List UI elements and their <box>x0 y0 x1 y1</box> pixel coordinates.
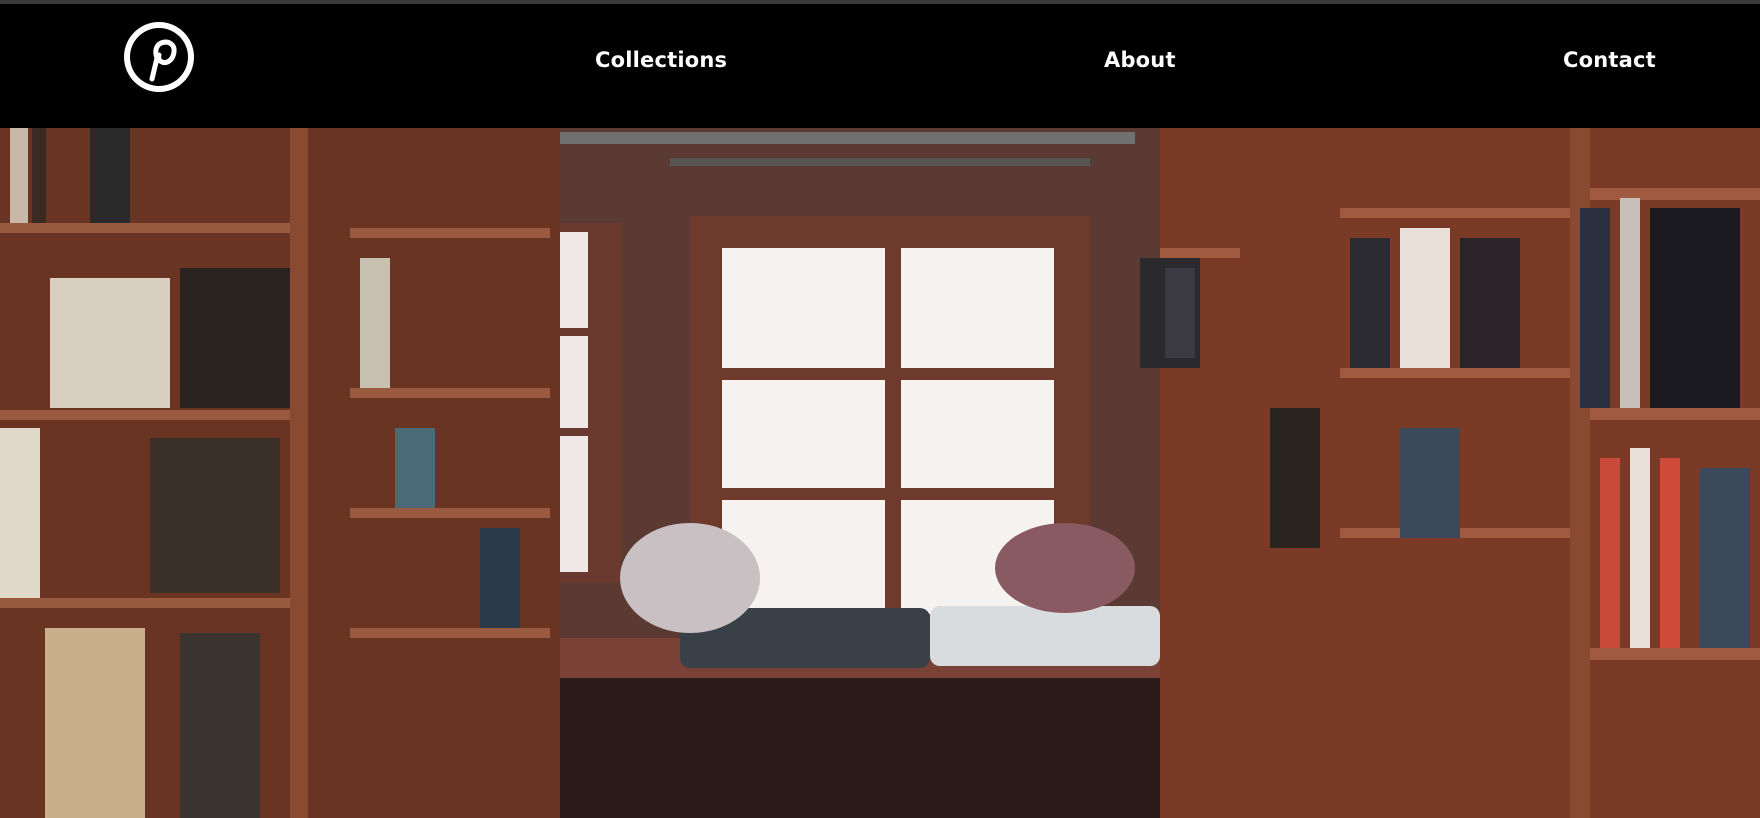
site-header: Collections About Contact <box>0 4 1760 128</box>
nav-about-link[interactable]: About <box>1104 48 1176 72</box>
nav-collections-link[interactable]: Collections <box>595 48 727 72</box>
bookstore-photo-illustration <box>0 128 1760 818</box>
nav-contact-link[interactable]: Contact <box>1563 48 1656 72</box>
hero-image <box>0 128 1760 818</box>
pinterest-logo-icon[interactable] <box>124 22 194 92</box>
